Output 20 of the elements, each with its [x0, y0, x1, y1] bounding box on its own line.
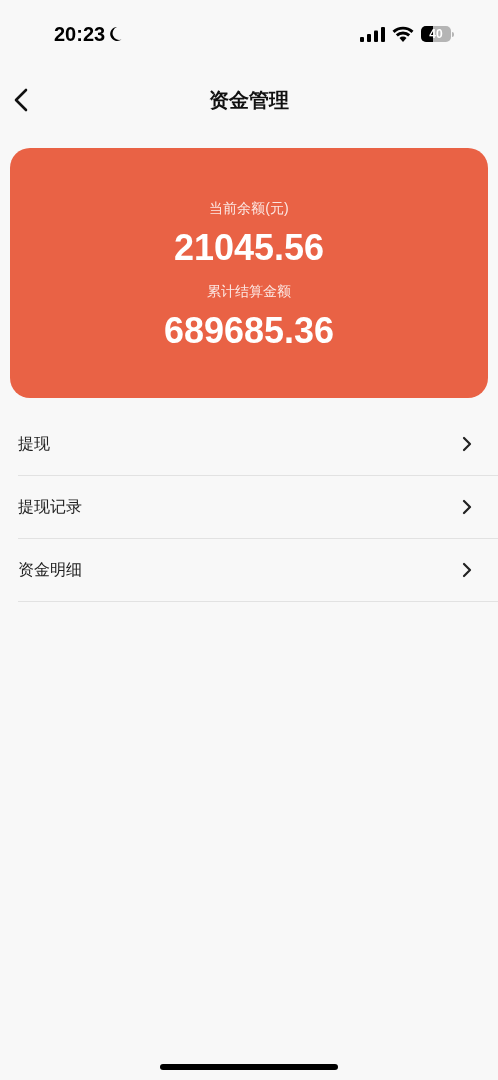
summary-label: 累计结算金额 — [207, 284, 291, 298]
menu-item[interactable]: 提现记录 — [18, 476, 498, 539]
wifi-icon — [392, 26, 414, 42]
chevron-right-icon — [462, 436, 472, 452]
menu-item[interactable]: 资金明细 — [18, 539, 498, 602]
summary-label: 当前余额(元) — [209, 201, 289, 215]
chevron-right-icon — [462, 562, 472, 578]
back-button[interactable] — [12, 88, 30, 112]
status-time: 20:23 — [54, 22, 106, 47]
page-title: 资金管理 — [209, 88, 289, 113]
menu-label: 资金明细 — [18, 560, 82, 580]
summary-amount: 21045.56 — [173, 230, 325, 266]
chevron-right-icon — [462, 499, 472, 515]
menu-item[interactable]: 提现 — [18, 413, 498, 476]
signal-icon — [360, 26, 385, 42]
summary-amount: 689685.36 — [163, 313, 335, 349]
moon-icon — [108, 26, 123, 42]
menu-label: 提现记录 — [18, 497, 82, 517]
back-icon — [14, 88, 28, 112]
menu-label: 提现 — [18, 434, 50, 454]
